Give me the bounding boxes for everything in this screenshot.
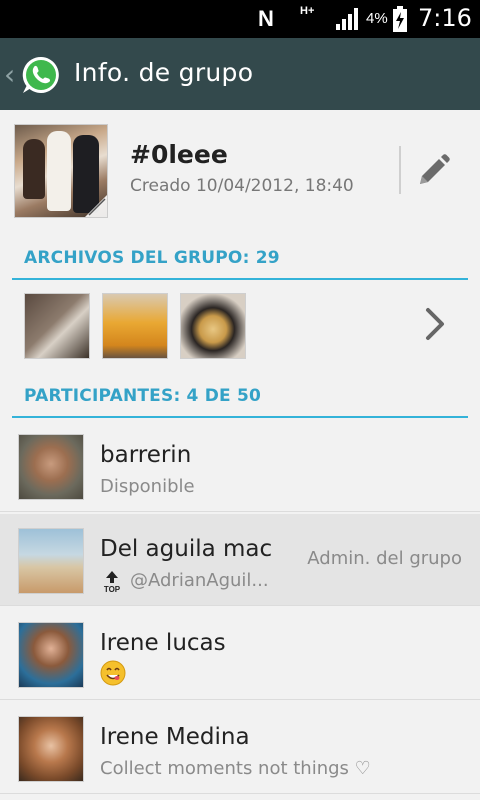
whatsapp-logo-icon	[22, 56, 59, 93]
group-name: #0leee	[130, 140, 228, 169]
participant-name: Irene lucas	[100, 630, 226, 656]
participant-row[interactable]: Irene Medina Collect moments not things …	[0, 702, 480, 794]
participant-row[interactable]: barrerin Disponible	[0, 420, 480, 512]
participants-count-label: PARTICIPANTES: 4 DE 50	[24, 386, 262, 406]
participant-status: Disponible	[100, 476, 195, 497]
media-row[interactable]	[0, 282, 480, 378]
media-thumbnail[interactable]	[24, 293, 90, 359]
chevron-left-icon: ‹	[4, 58, 16, 91]
page-title: Info. de grupo	[74, 58, 254, 87]
participant-row[interactable]: Irene lucas	[0, 608, 480, 700]
notification-icon: N	[258, 6, 274, 31]
battery-percent: 4%	[366, 10, 388, 27]
participant-name: Irene Medina	[100, 724, 250, 750]
participants-section-header: PARTICIPANTES: 4 DE 50	[0, 372, 480, 418]
participant-name: Del aguila mac	[100, 536, 273, 562]
avatar[interactable]	[18, 528, 84, 594]
avatar[interactable]	[18, 716, 84, 782]
participant-name: barrerin	[100, 442, 192, 468]
participant-row[interactable]: Del aguila mac TOP @AdrianAguil... Admin…	[0, 514, 480, 606]
battery-charging-icon	[393, 6, 407, 32]
svg-text:TOP: TOP	[104, 585, 121, 593]
pencil-icon[interactable]	[410, 150, 454, 194]
signal-icon	[336, 8, 358, 30]
media-thumbnail[interactable]	[102, 293, 168, 359]
clock: 7:16	[418, 4, 472, 32]
group-photo[interactable]	[14, 124, 108, 218]
group-header: #0leee Creado 10/04/2012, 18:40	[0, 110, 480, 234]
divider	[12, 416, 468, 418]
status-bar: N H+ 4% 7:16	[0, 0, 480, 38]
network-type-icon: H+	[300, 5, 315, 17]
media-count-label: ARCHIVOS DEL GRUPO: 29	[24, 248, 280, 268]
smiley-face-icon	[100, 660, 126, 686]
divider	[399, 146, 401, 194]
action-bar: ‹ Info. de grupo	[0, 38, 480, 110]
top-arrow-icon: TOP	[104, 571, 121, 593]
media-thumbnail[interactable]	[180, 293, 246, 359]
avatar[interactable]	[18, 434, 84, 500]
chevron-right-icon[interactable]	[420, 304, 450, 344]
participant-status: @AdrianAguil...	[130, 570, 269, 591]
photo-corner-icon	[85, 195, 107, 217]
avatar[interactable]	[18, 622, 84, 688]
media-section-header: ARCHIVOS DEL GRUPO: 29	[0, 234, 480, 280]
admin-badge: Admin. del grupo	[307, 548, 462, 569]
up-navigation-button[interactable]: ‹	[0, 38, 66, 110]
divider	[12, 278, 468, 280]
group-created-date: Creado 10/04/2012, 18:40	[130, 176, 354, 196]
participant-status: Collect moments not things ♡	[100, 758, 371, 779]
